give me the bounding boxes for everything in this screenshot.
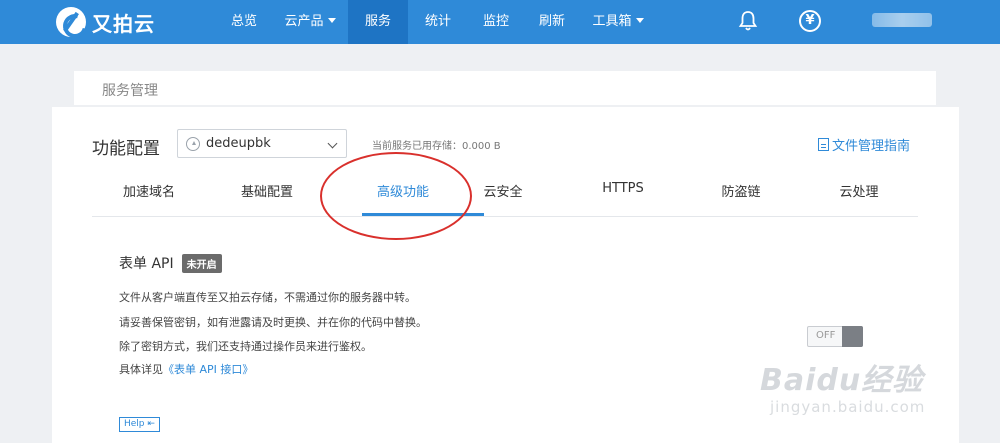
nav-refresh-label: 刷新: [538, 14, 565, 29]
user-account-menu[interactable]: [872, 13, 932, 27]
storage-usage-text: 当前服务已用存储：0.000 B: [372, 141, 501, 152]
service-select-value: dedeupbk: [206, 136, 271, 151]
logo-icon: [56, 7, 86, 37]
tab-basic-config[interactable]: 基础配置: [222, 181, 312, 200]
chevron-down-icon: [635, 18, 644, 23]
tab-https[interactable]: HTTPS: [578, 181, 668, 196]
nav-toolbox[interactable]: 工具箱: [580, 0, 656, 44]
annotation-circle: [320, 152, 472, 240]
yen-symbol: ¥: [805, 13, 815, 28]
baidu-watermark-url: jingyan.baidu.com: [770, 398, 926, 416]
file-guide-label: 文件管理指南: [832, 139, 911, 154]
config-tabs: 加速域名 基础配置 高级功能 云安全 HTTPS 防盗链 云处理: [92, 167, 918, 217]
toggle-knob: [842, 326, 863, 347]
tab-accelerated-domain[interactable]: 加速域名: [104, 181, 194, 200]
nav-services-label: 服务: [364, 14, 391, 29]
tab-cloud-processing[interactable]: 云处理: [814, 181, 904, 200]
nav-monitoring-label: 监控: [482, 14, 509, 29]
form-api-desc-line-3: 除了密钥方式，我们还支持通过操作员来进行鉴权。: [119, 340, 372, 353]
top-navigation-bar: 又拍云 总览 云产品 服务 统计 监控 刷新 工具箱 ¥: [0, 0, 1000, 44]
page-title: 服务管理: [102, 83, 158, 99]
cloud-upload-icon: [186, 137, 200, 151]
detail-prefix: 具体详见: [119, 363, 163, 376]
form-api-title: 表单 API: [119, 256, 174, 272]
form-api-desc-line-2: 请妥善保管密钥，如有泄露请及时更换、并在你的代码中替换。: [119, 316, 427, 329]
bell-icon[interactable]: [738, 10, 758, 32]
chevron-down-icon: [327, 138, 338, 149]
nav-refresh[interactable]: 刷新: [524, 0, 580, 44]
brand-name: 又拍云: [92, 11, 155, 36]
brand-logo[interactable]: 又拍云: [56, 7, 155, 37]
breadcrumb-card: 服务管理: [74, 71, 936, 105]
help-button[interactable]: Help ⇤: [119, 417, 160, 432]
nav-toolbox-label: 工具箱: [592, 14, 632, 29]
section-title: 功能配置: [92, 139, 160, 159]
toggle-state-label: OFF: [816, 330, 836, 341]
nav-monitoring[interactable]: 监控: [468, 0, 524, 44]
nav-statistics-label: 统计: [424, 14, 451, 29]
service-select[interactable]: dedeupbk: [177, 129, 347, 158]
status-badge: 未开启: [181, 253, 222, 273]
nav-cloud-products[interactable]: 云产品: [272, 0, 348, 44]
form-api-doc-link[interactable]: 《表单 API 接口》: [163, 363, 253, 376]
form-api-heading: 表单 API 未开启: [119, 253, 222, 273]
baidu-watermark: Baidu经验: [760, 363, 924, 398]
form-api-toggle[interactable]: OFF: [807, 326, 863, 347]
form-api-desc-line-1: 文件从客户端直传至又拍云存储，不需通过你的服务器中转。: [119, 291, 416, 304]
form-api-detail-line: 具体详见《表单 API 接口》: [119, 361, 253, 377]
chevron-down-icon: [327, 18, 336, 23]
nav-statistics[interactable]: 统计: [408, 0, 468, 44]
nav-cloud-products-label: 云产品: [284, 14, 324, 29]
file-guide-link[interactable]: 文件管理指南: [818, 135, 910, 154]
billing-yen-icon[interactable]: ¥: [799, 10, 821, 32]
nav-services[interactable]: 服务: [348, 0, 408, 44]
nav-overview-label: 总览: [230, 14, 257, 29]
document-icon: [818, 138, 829, 151]
main-nav: 总览 云产品 服务 统计 监控 刷新 工具箱: [216, 0, 656, 44]
tab-hotlink-protection[interactable]: 防盗链: [696, 181, 786, 200]
nav-overview[interactable]: 总览: [216, 0, 272, 44]
